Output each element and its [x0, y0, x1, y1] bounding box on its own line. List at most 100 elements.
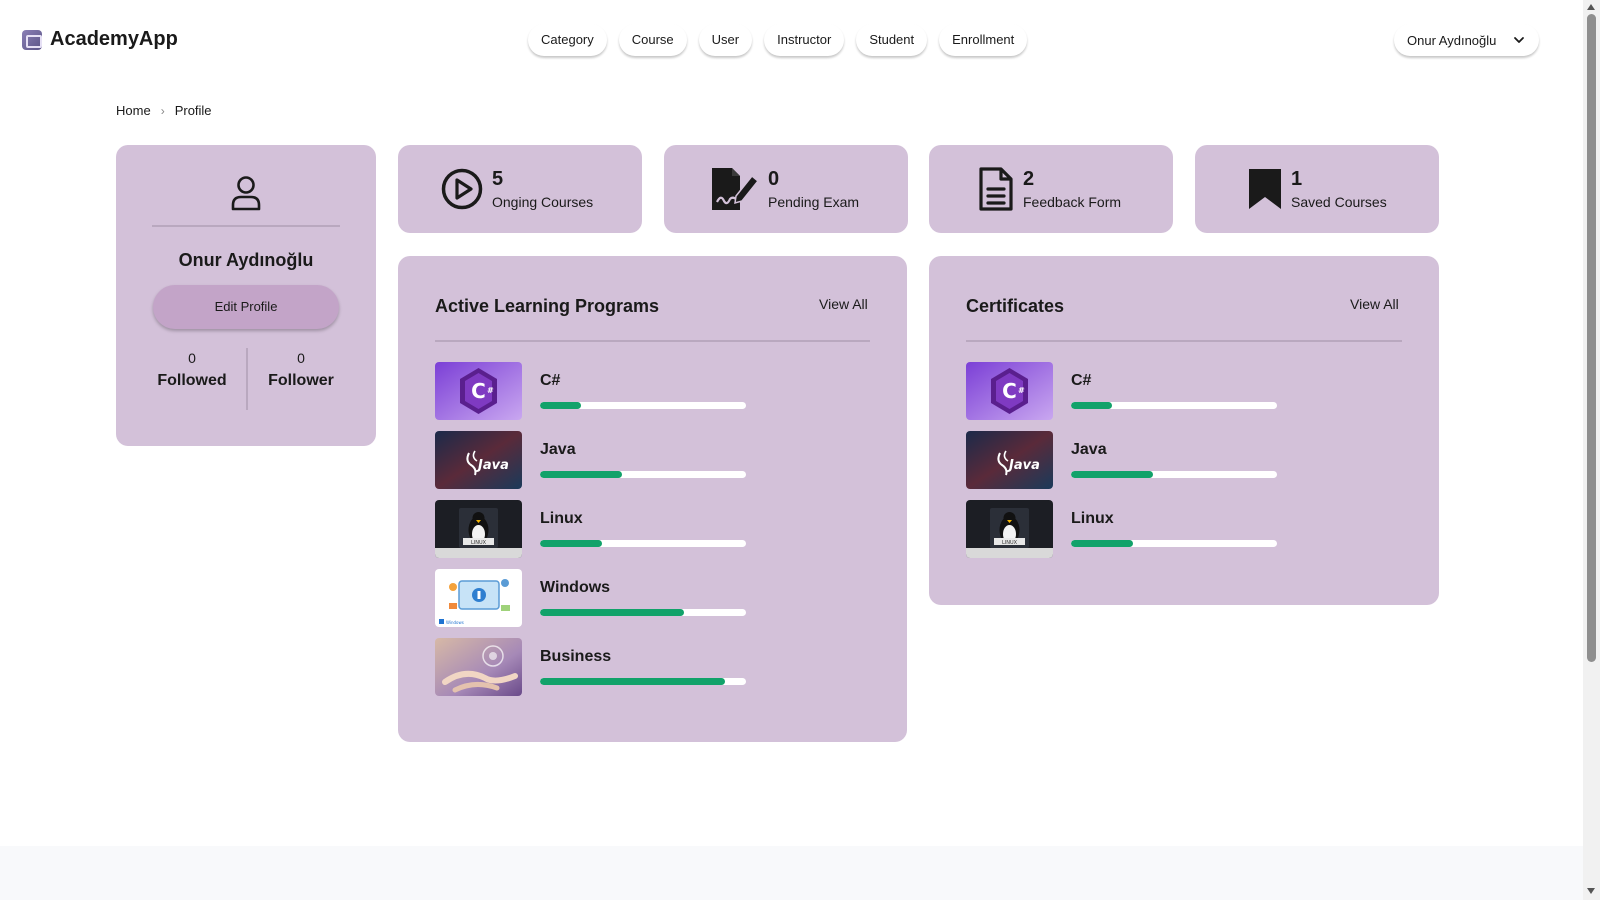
- program-item-business[interactable]: Business: [435, 638, 755, 696]
- program-item-linux[interactable]: LINUX Linux: [435, 500, 755, 558]
- main-nav: Category Course User Instructor Student …: [528, 24, 1028, 56]
- svg-text:Java: Java: [1006, 458, 1040, 473]
- progress-bar: [1071, 471, 1277, 478]
- user-menu-dropdown[interactable]: Onur Aydınoğlu: [1394, 24, 1539, 56]
- course-thumbnail[interactable]: C #: [435, 362, 522, 420]
- program-item-java[interactable]: Java Java: [966, 431, 1286, 489]
- footer: [0, 846, 1583, 900]
- scroll-down-arrow-icon[interactable]: [1587, 888, 1595, 894]
- svg-text:C: C: [471, 379, 486, 403]
- course-name[interactable]: Linux: [540, 510, 583, 528]
- user-menu-name: Onur Aydınoğlu: [1407, 32, 1497, 48]
- document-icon: [979, 167, 1013, 211]
- nav-category[interactable]: Category: [528, 24, 607, 56]
- section-divider: [966, 340, 1402, 342]
- nav-student[interactable]: Student: [856, 24, 928, 56]
- nav-user[interactable]: User: [698, 24, 753, 56]
- svg-text:LINUX: LINUX: [1002, 540, 1018, 546]
- course-thumbnail[interactable]: C #: [966, 362, 1053, 420]
- play-circle-icon: [441, 168, 483, 210]
- follower-count: 0: [297, 350, 305, 366]
- svg-text:#: #: [1018, 386, 1025, 395]
- scrollbar-thumb[interactable]: [1587, 14, 1596, 662]
- chevron-down-icon: [1514, 37, 1524, 43]
- svg-text:Java: Java: [475, 458, 509, 473]
- stat-value: 2: [1023, 168, 1035, 190]
- stat-value: 1: [1291, 168, 1303, 190]
- nav-instructor[interactable]: Instructor: [764, 24, 845, 56]
- svg-text:Windows: Windows: [446, 620, 464, 625]
- course-name[interactable]: Windows: [540, 579, 610, 597]
- progress-bar-fill: [540, 678, 726, 685]
- progress-bar-fill: [1071, 471, 1154, 478]
- progress-bar-fill: [540, 471, 623, 478]
- program-item-c-sharp[interactable]: C # C#: [966, 362, 1286, 420]
- stat-label: Saved Courses: [1291, 194, 1387, 210]
- progress-bar-fill: [1071, 402, 1113, 409]
- program-item-linux[interactable]: LINUX Linux: [966, 500, 1286, 558]
- course-thumbnail[interactable]: Java: [435, 431, 522, 489]
- stat-label: Onging Courses: [492, 194, 594, 210]
- nav-enrollment[interactable]: Enrollment: [939, 24, 1028, 56]
- follow-separator: [246, 348, 248, 410]
- breadcrumb-separator: ›: [160, 103, 165, 118]
- profile-divider: [152, 225, 340, 227]
- course-name[interactable]: C#: [1071, 372, 1091, 390]
- progress-bar: [540, 540, 746, 547]
- nav-course[interactable]: Course: [618, 24, 687, 56]
- course-thumbnail[interactable]: LINUX: [966, 500, 1053, 558]
- view-all-link[interactable]: View All: [819, 296, 868, 312]
- program-item-c-sharp[interactable]: C # C#: [435, 362, 755, 420]
- progress-bar-fill: [1071, 540, 1133, 547]
- stat-label: Feedback Form: [1023, 194, 1122, 210]
- course-name[interactable]: Java: [1071, 441, 1107, 459]
- edit-profile-button[interactable]: Edit Profile: [153, 285, 339, 329]
- profile-name: Onur Aydınoğlu: [178, 250, 314, 270]
- brand[interactable]: AcademyApp: [22, 28, 178, 51]
- profile-card: Onur Aydınoğlu Edit Profile 0 Followed 0…: [116, 145, 376, 446]
- stat-card-saved-courses[interactable]: 1 Saved Courses: [1195, 145, 1439, 233]
- stat-label: Pending Exam: [768, 194, 860, 210]
- top-navbar: AcademyApp Category Course User Instruct…: [0, 0, 1583, 80]
- progress-bar: [540, 609, 746, 616]
- breadcrumb-home[interactable]: Home: [116, 103, 151, 118]
- view-all-link[interactable]: View All: [1350, 296, 1399, 312]
- program-item-java[interactable]: Java Java: [435, 431, 755, 489]
- svg-text:LINUX: LINUX: [471, 540, 487, 546]
- breadcrumb-current: Profile: [174, 103, 212, 118]
- progress-bar: [1071, 540, 1277, 547]
- vertical-scrollbar[interactable]: [1583, 0, 1600, 900]
- stat-value: 0: [768, 168, 780, 190]
- course-name[interactable]: Business: [540, 648, 611, 666]
- svg-text:C: C: [1002, 379, 1017, 403]
- follower-label: Follower: [268, 372, 334, 389]
- stat-card-ongoing-courses[interactable]: 5 Onging Courses: [398, 145, 642, 233]
- course-thumbnail[interactable]: Java: [966, 431, 1053, 489]
- user-icon: [231, 176, 261, 211]
- progress-bar-fill: [540, 609, 685, 616]
- followed-label: Followed: [157, 372, 227, 389]
- course-name[interactable]: Linux: [1071, 510, 1114, 528]
- course-thumbnail[interactable]: LINUX: [435, 500, 522, 558]
- program-item-windows[interactable]: Windows Windows: [435, 569, 755, 627]
- follower-stat[interactable]: 0 Follower: [251, 350, 351, 390]
- svg-text:#: #: [487, 386, 494, 395]
- stat-card-pending-exam[interactable]: 0 Pending Exam: [664, 145, 908, 233]
- progress-bar-fill: [540, 540, 602, 547]
- active-learning-programs-card: Active Learning Programs View All C # C# Ja…: [398, 256, 907, 742]
- breadcrumb: Home › Profile: [116, 103, 212, 118]
- followed-count: 0: [188, 350, 196, 366]
- course-name[interactable]: C#: [540, 372, 560, 390]
- course-thumbnail[interactable]: Windows: [435, 569, 522, 627]
- signed-document-icon: [712, 168, 760, 210]
- course-name[interactable]: Java: [540, 441, 576, 459]
- course-thumbnail[interactable]: [435, 638, 522, 696]
- progress-bar-fill: [540, 402, 582, 409]
- scroll-up-arrow-icon[interactable]: [1587, 4, 1595, 10]
- stat-value: 5: [492, 168, 504, 190]
- stat-card-feedback-form[interactable]: 2 Feedback Form: [929, 145, 1173, 233]
- section-title: Certificates: [966, 296, 1065, 316]
- section-title: Active Learning Programs: [435, 296, 660, 316]
- followed-stat[interactable]: 0 Followed: [142, 350, 242, 390]
- brand-name: AcademyApp: [50, 28, 178, 50]
